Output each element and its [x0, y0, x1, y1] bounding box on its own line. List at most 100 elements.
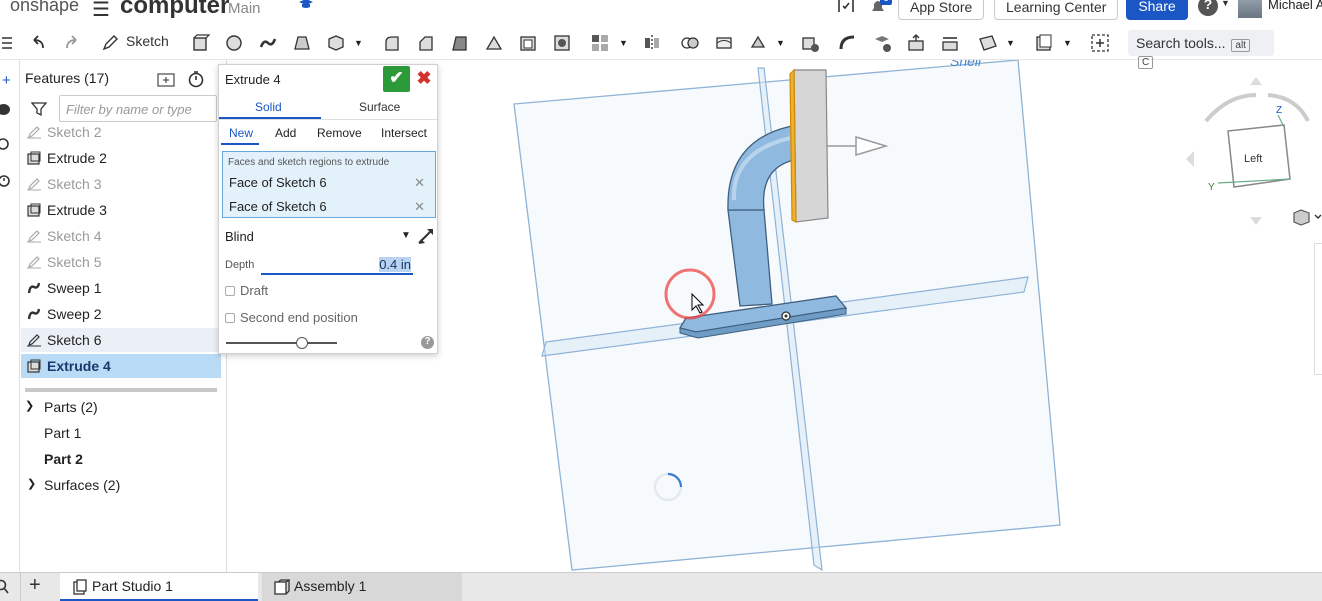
- parts-group[interactable]: Parts (2): [44, 399, 98, 415]
- flip-direction-icon[interactable]: [417, 227, 435, 245]
- delete-face-icon[interactable]: [872, 33, 892, 53]
- fillet-icon[interactable]: [382, 33, 402, 53]
- sketch-button[interactable]: Sketch: [126, 33, 169, 49]
- loft-icon[interactable]: [292, 33, 312, 53]
- feature-item-sketch-4[interactable]: Sketch 4: [21, 224, 221, 248]
- delete-part-icon[interactable]: [800, 33, 820, 53]
- transform-icon[interactable]: [748, 33, 768, 53]
- feature-item-sweep-2[interactable]: Sweep 2: [21, 302, 221, 326]
- preview-slider-knob[interactable]: [296, 337, 308, 349]
- user-name[interactable]: Michael A: [1268, 0, 1322, 12]
- help-chevron-down-icon[interactable]: ▼: [1221, 0, 1230, 8]
- modify-fillet-icon[interactable]: [838, 33, 858, 53]
- mirror-icon[interactable]: [642, 33, 662, 53]
- chevron-right-icon[interactable]: ❯: [27, 477, 36, 490]
- pencil-icon[interactable]: [100, 33, 120, 53]
- help-question-icon[interactable]: ?: [421, 336, 434, 349]
- graduation-cap-icon[interactable]: [298, 0, 314, 10]
- chevron-down-icon[interactable]: ▼: [1006, 38, 1015, 48]
- feature-item-sketch-2[interactable]: Sketch 2: [21, 120, 221, 144]
- op-intersect[interactable]: Intersect: [381, 126, 427, 140]
- feature-item-extrude-3[interactable]: Extrude 3: [21, 198, 221, 222]
- part-item-2[interactable]: Part 2: [44, 451, 83, 467]
- draft-checkbox[interactable]: Draft: [225, 283, 268, 298]
- cube-display-icon[interactable]: [1291, 208, 1322, 226]
- shell-icon[interactable]: [518, 33, 538, 53]
- boolean-icon[interactable]: [680, 33, 700, 53]
- share-button[interactable]: Share: [1126, 0, 1188, 20]
- face-selection-item[interactable]: Face of Sketch 6 ✕: [223, 172, 435, 194]
- chevron-down-icon[interactable]: ▼: [354, 38, 363, 48]
- op-add[interactable]: Add: [275, 126, 296, 140]
- sweep-icon[interactable]: [258, 33, 278, 53]
- version-icon[interactable]: [836, 0, 856, 16]
- avatar[interactable]: [1238, 0, 1262, 18]
- hole-icon[interactable]: [552, 33, 572, 53]
- mate-connector-icon[interactable]: [1034, 33, 1054, 53]
- appearance-icon[interactable]: [0, 104, 10, 115]
- depth-input[interactable]: 0.4 in: [261, 255, 413, 275]
- part-item-1[interactable]: Part 1: [44, 425, 81, 441]
- face-selection-item[interactable]: Face of Sketch 6 ✕: [223, 196, 435, 218]
- view-cube[interactable]: Left Z Y: [1178, 75, 1318, 225]
- rollback-timer-icon[interactable]: [187, 70, 205, 88]
- remove-x-icon[interactable]: ✕: [414, 199, 425, 215]
- sidebar-toggle-icon[interactable]: [0, 33, 20, 53]
- variables-icon[interactable]: [0, 136, 12, 152]
- second-end-checkbox[interactable]: Second end position: [225, 310, 358, 325]
- preview-slider-track[interactable]: [226, 342, 337, 344]
- checkbox-box[interactable]: [225, 313, 235, 323]
- extrude-icon[interactable]: [190, 33, 210, 53]
- chevron-down-icon[interactable]: ▼: [619, 38, 628, 48]
- branch-label[interactable]: Main: [228, 0, 261, 17]
- move-face-icon[interactable]: [906, 33, 926, 53]
- rib-icon[interactable]: [484, 33, 504, 53]
- chevron-down-icon[interactable]: ▼: [1063, 38, 1072, 48]
- tab-assembly-1[interactable]: Assembly 1: [262, 573, 462, 601]
- graphics-viewport[interactable]: Sheli Left Z Y: [438, 53, 1322, 572]
- help-icon[interactable]: ?: [1198, 0, 1218, 16]
- filter-input[interactable]: Filter by name or type: [59, 95, 217, 122]
- cancel-close-icon[interactable]: ✖: [414, 68, 434, 90]
- feature-item-extrude-2[interactable]: Extrude 2: [21, 146, 221, 170]
- add-folder-icon[interactable]: [157, 71, 175, 87]
- op-remove[interactable]: Remove: [317, 126, 362, 140]
- chevron-down-icon[interactable]: ❯: [25, 399, 34, 412]
- split-icon[interactable]: [714, 33, 734, 53]
- panel-divider[interactable]: [25, 388, 217, 392]
- feature-item-sketch-5[interactable]: Sketch 5: [21, 250, 221, 274]
- undo-icon[interactable]: [28, 33, 48, 53]
- search-tools-input[interactable]: Search tools... alt C: [1128, 30, 1274, 69]
- confirm-check-icon[interactable]: ✔: [383, 66, 410, 92]
- draft-icon[interactable]: [450, 33, 470, 53]
- surfaces-group[interactable]: Surfaces (2): [44, 477, 120, 493]
- filter-icon[interactable]: [31, 101, 47, 117]
- revolve-icon[interactable]: [224, 33, 244, 53]
- faces-selection-box[interactable]: Faces and sketch regions to extrude Face…: [222, 151, 436, 218]
- feature-item-extrude-4[interactable]: Extrude 4: [21, 354, 221, 378]
- side-tab-panel[interactable]: [1314, 243, 1322, 375]
- app-store-button[interactable]: App Store: [898, 0, 985, 20]
- learning-center-button[interactable]: Learning Center: [994, 0, 1119, 20]
- feature-item-sweep-1[interactable]: Sweep 1: [21, 276, 221, 300]
- op-new[interactable]: New: [229, 126, 253, 140]
- checkbox-box[interactable]: [225, 286, 235, 296]
- replace-face-icon[interactable]: [940, 33, 960, 53]
- thicken-icon[interactable]: [326, 33, 346, 53]
- end-type-select[interactable]: Blind ▼: [225, 229, 411, 244]
- tab-part-studio-1[interactable]: Part Studio 1: [60, 573, 258, 601]
- pattern-icon[interactable]: [590, 33, 610, 53]
- tab-solid[interactable]: Solid: [255, 100, 282, 114]
- add-tab-icon[interactable]: +: [29, 574, 41, 597]
- search-icon[interactable]: [0, 579, 10, 595]
- add-custom-feature-icon[interactable]: [1090, 33, 1110, 53]
- chamfer-icon[interactable]: [416, 33, 436, 53]
- feature-item-sketch-6[interactable]: Sketch 6: [21, 328, 221, 352]
- remove-x-icon[interactable]: ✕: [414, 175, 425, 191]
- redo-icon[interactable]: [62, 33, 82, 53]
- document-title[interactable]: computer: [120, 0, 229, 20]
- plane-icon[interactable]: [978, 33, 998, 53]
- chevron-down-icon[interactable]: ▼: [776, 38, 785, 48]
- onshape-logo[interactable]: onshape: [10, 0, 79, 16]
- tab-surface[interactable]: Surface: [359, 100, 400, 114]
